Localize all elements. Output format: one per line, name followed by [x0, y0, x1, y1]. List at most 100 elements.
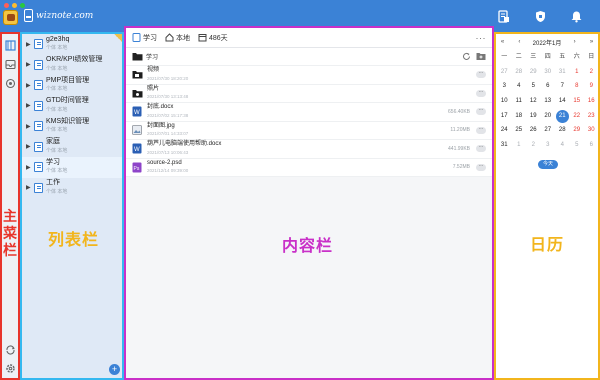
file-more-button[interactable]: ···: [476, 89, 486, 97]
calendar-day[interactable]: 3: [541, 138, 556, 153]
calendar-day[interactable]: 3: [497, 79, 512, 94]
refresh-icon[interactable]: [462, 52, 471, 61]
expand-caret-icon[interactable]: ▶: [26, 61, 32, 68]
gear-icon[interactable]: [2, 360, 18, 376]
expand-caret-icon[interactable]: ▶: [26, 82, 32, 89]
file-more-button[interactable]: ···: [476, 145, 486, 153]
file-more-button[interactable]: ···: [476, 163, 486, 171]
calendar-day[interactable]: 30: [541, 65, 556, 80]
calendar-day[interactable]: 30: [584, 123, 599, 138]
avatar[interactable]: [3, 10, 18, 25]
today-button[interactable]: 今天: [538, 160, 558, 169]
calendar-day[interactable]: 2: [584, 65, 599, 80]
list-item[interactable]: ▶ PMP项目管理 个体 本地: [22, 75, 122, 96]
calendar-day[interactable]: 1: [512, 138, 527, 153]
calendar-day[interactable]: 31: [555, 65, 570, 80]
list-item[interactable]: ▶ OKR/KPI绩效管理 个体 本地: [22, 55, 122, 76]
file-more-button[interactable]: ···: [476, 71, 486, 79]
next-year-button[interactable]: »: [588, 39, 595, 45]
new-note-icon[interactable]: [496, 9, 512, 23]
calendar-day[interactable]: 22: [570, 109, 585, 124]
list-item[interactable]: ▶ GTD时间管理 个体 本地: [22, 96, 122, 117]
minimize-window-button[interactable]: [12, 3, 17, 8]
calendar-day[interactable]: 2: [526, 138, 541, 153]
calendar-day[interactable]: 14: [555, 94, 570, 109]
expand-caret-icon[interactable]: ▶: [26, 123, 32, 130]
calendar-day[interactable]: 28: [512, 65, 527, 80]
calendar-day[interactable]: 6: [541, 79, 556, 94]
list-item[interactable]: ▶ 工作 个体 本地: [22, 178, 122, 199]
calendar-day[interactable]: 4: [512, 79, 527, 94]
sync-icon[interactable]: [2, 341, 18, 357]
inbox-icon[interactable]: [2, 56, 18, 72]
expand-caret-icon[interactable]: ▶: [26, 102, 32, 109]
shield-icon[interactable]: [532, 9, 548, 23]
breadcrumb-notebook[interactable]: 学习: [132, 33, 157, 43]
calendar-day[interactable]: 11: [512, 94, 527, 109]
close-window-button[interactable]: [4, 3, 9, 8]
expand-caret-icon[interactable]: ▶: [26, 184, 32, 191]
calendar-day[interactable]: 7: [555, 79, 570, 94]
calendar-day[interactable]: 5: [570, 138, 585, 153]
calendar-month-title[interactable]: 2022年1月: [533, 38, 562, 47]
list-item[interactable]: ▶ g2e3hq 个体 本地: [22, 34, 122, 55]
calendar-day[interactable]: 6: [584, 138, 599, 153]
bell-icon[interactable]: [568, 9, 584, 23]
add-notebook-button[interactable]: +: [109, 364, 120, 375]
calendar-day[interactable]: 29: [570, 123, 585, 138]
list-bar-label: 列表栏: [48, 232, 100, 249]
notebook-icon: [34, 80, 43, 91]
expand-caret-icon[interactable]: ▶: [26, 143, 32, 150]
file-more-button[interactable]: ···: [476, 126, 486, 134]
calendar-day[interactable]: 17: [497, 109, 512, 124]
file-row-image[interactable]: 封面图.jpg 2021/07/01 14:33:07 11.20MB ···: [126, 121, 492, 140]
list-item-selected[interactable]: ▶ 学习 个体 本地: [22, 157, 122, 178]
calendar-day[interactable]: 18: [512, 109, 527, 124]
calendar-day[interactable]: 1: [570, 65, 585, 80]
calendar-day[interactable]: 13: [541, 94, 556, 109]
calendar-day[interactable]: 19: [526, 109, 541, 124]
zoom-window-button[interactable]: [20, 3, 25, 8]
calendar-day[interactable]: 29: [526, 65, 541, 80]
new-folder-icon[interactable]: [476, 52, 486, 61]
calendar-day[interactable]: 4: [555, 138, 570, 153]
calendar-day[interactable]: 8: [570, 79, 585, 94]
calendar-day[interactable]: 26: [526, 123, 541, 138]
notes-icon[interactable]: [2, 37, 18, 53]
notebook-icon: [34, 121, 43, 132]
calendar-day[interactable]: 24: [497, 123, 512, 138]
expand-caret-icon[interactable]: ▶: [26, 41, 32, 48]
calendar-day-today[interactable]: 21: [555, 109, 570, 124]
list-item[interactable]: ▶ KMS知识管理 个体 本地: [22, 116, 122, 137]
list-item-title: 工作: [46, 179, 60, 187]
more-options-button[interactable]: ···: [476, 33, 487, 43]
settings-icon[interactable]: [2, 75, 18, 91]
calendar-day[interactable]: 31: [497, 138, 512, 153]
calendar-day[interactable]: 25: [512, 123, 527, 138]
list-item[interactable]: ▶ 家庭 个体 本地: [22, 137, 122, 158]
file-row-document[interactable]: W 封底.docx 2021/07/02 15:17:38 656.40KB ··…: [126, 103, 492, 122]
calendar-day[interactable]: 27: [497, 65, 512, 80]
calendar-day[interactable]: 23: [584, 109, 599, 124]
calendar-day[interactable]: 27: [541, 123, 556, 138]
expand-caret-icon[interactable]: ▶: [26, 164, 32, 171]
calendar-day[interactable]: 16: [584, 94, 599, 109]
next-month-button[interactable]: ›: [571, 39, 578, 45]
calendar-day[interactable]: 28: [555, 123, 570, 138]
prev-year-button[interactable]: «: [499, 39, 506, 45]
file-row-folder[interactable]: 照片 2021/07/30 13:13:48 ···: [126, 84, 492, 103]
calendar-day[interactable]: 9: [584, 79, 599, 94]
book-icon: [132, 33, 141, 42]
prev-month-button[interactable]: ‹: [516, 39, 523, 45]
calendar-day[interactable]: 20: [541, 109, 556, 124]
calendar-day[interactable]: 10: [497, 94, 512, 109]
breadcrumb-location[interactable]: 本地: [165, 33, 190, 43]
calendar-day[interactable]: 5: [526, 79, 541, 94]
calendar-day[interactable]: 12: [526, 94, 541, 109]
word-doc-icon: W: [131, 143, 143, 155]
file-more-button[interactable]: ···: [476, 108, 486, 116]
calendar-day[interactable]: 15: [570, 94, 585, 109]
file-row-folder[interactable]: 视频 2021/07/30 18:20:20 ···: [126, 66, 492, 85]
file-row-document[interactable]: W 葫芦儿电脑端使用帮助.docx 2021/07/13 10:06:43 441…: [126, 140, 492, 159]
file-row-psd[interactable]: Ps source-2.psd 2021/12/14 09:39:00 7.52M…: [126, 158, 492, 177]
